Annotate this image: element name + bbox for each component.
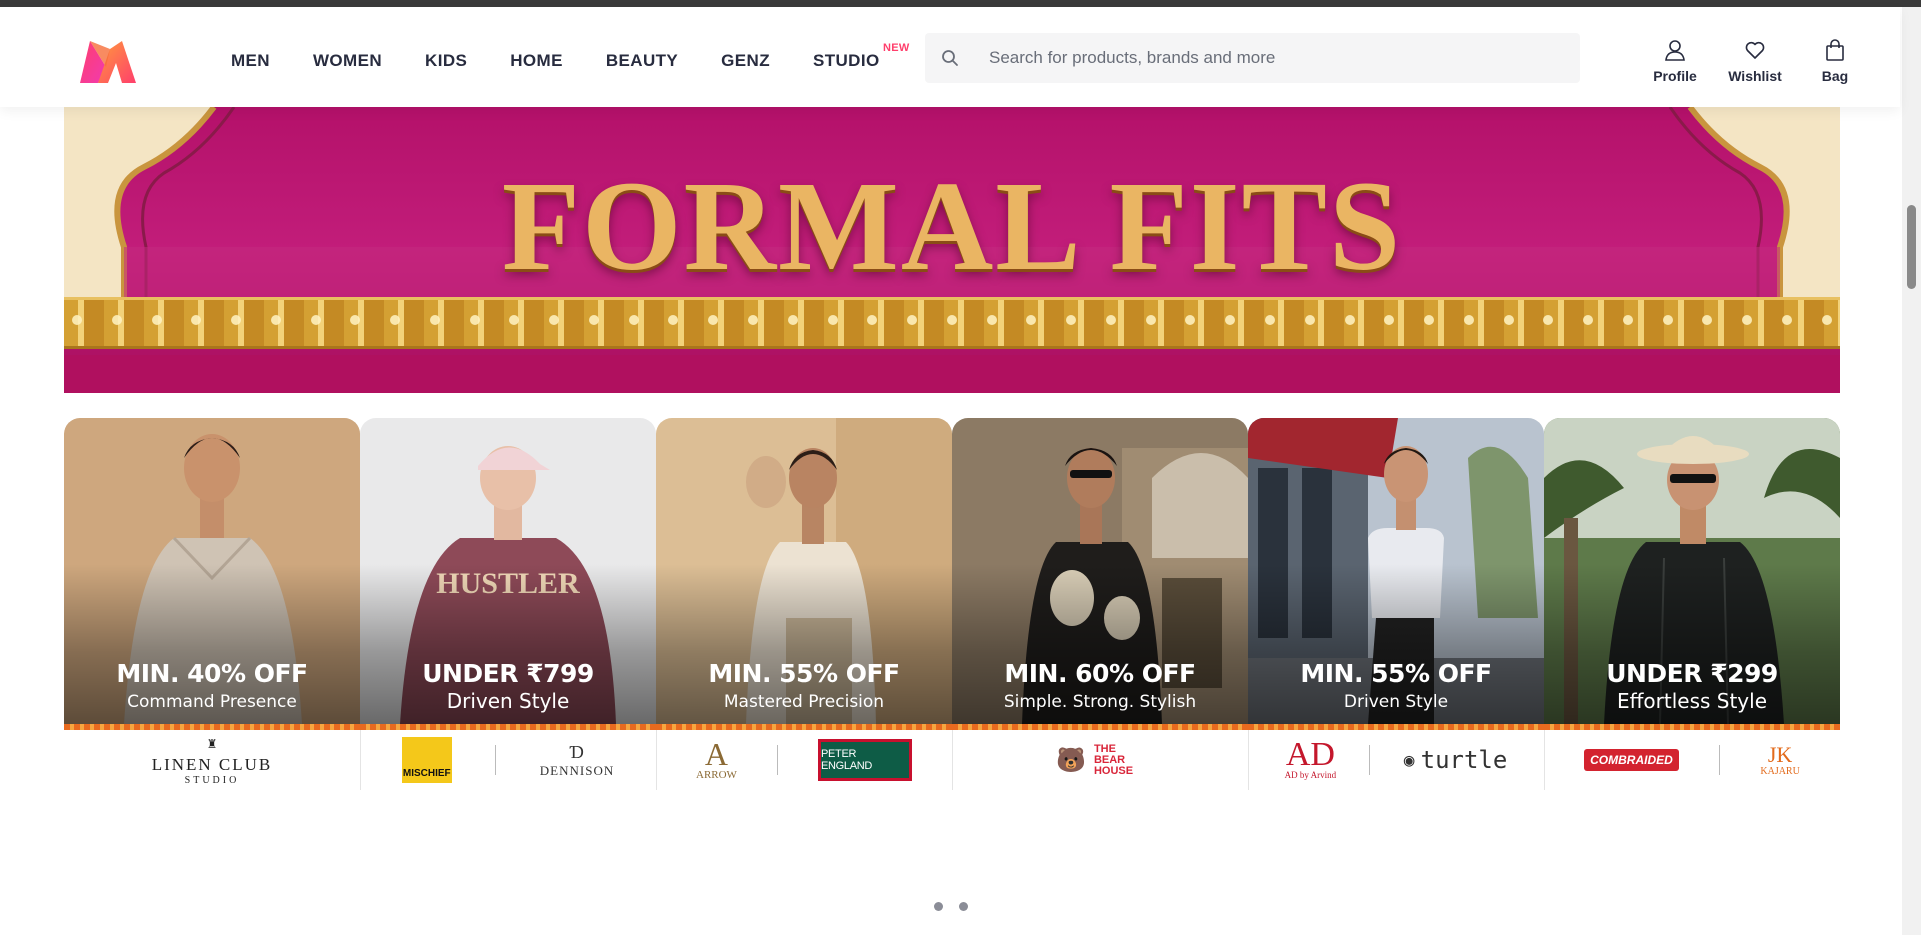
brand-name: KAJARU bbox=[1760, 765, 1800, 777]
brand-strip: MISCHIEF Ɗ DENNISON bbox=[360, 730, 656, 790]
peter-england-logo[interactable]: PETER ENGLAND bbox=[817, 739, 912, 781]
brand-divider bbox=[495, 745, 497, 775]
offer-tagline: Simple. Strong. Stylish bbox=[1003, 692, 1197, 712]
brand-divider bbox=[1369, 745, 1371, 775]
offer-text: MIN. 55% OFF bbox=[1300, 659, 1492, 688]
offer-card-mischief[interactable]: HUSTLER UNDER ₹799 Driven Style MISCHIEF… bbox=[360, 418, 656, 790]
offer-text: UNDER ₹299 bbox=[1606, 659, 1778, 688]
nav-men[interactable]: MEN bbox=[231, 51, 270, 71]
linen-club-logo[interactable]: ♜ LINEN CLUB STUDIO bbox=[152, 735, 273, 786]
offer-card-bear-house[interactable]: MIN. 60% OFF Simple. Strong. Stylish 🐻 T… bbox=[952, 418, 1248, 790]
window-top-strip bbox=[0, 0, 1921, 7]
carousel-dot-1[interactable] bbox=[934, 902, 943, 911]
nav-studio-label: STUDIO bbox=[812, 51, 880, 70]
new-badge: NEW bbox=[883, 42, 910, 54]
main-nav: MEN WOMEN KIDS HOME BEAUTY GENZ STUDIO NE… bbox=[231, 42, 923, 71]
offer-tagline: Mastered Precision bbox=[723, 692, 885, 712]
brand-name: turtle bbox=[1420, 746, 1508, 774]
brand-name: THE BEAR HOUSE bbox=[1093, 742, 1134, 777]
brand-name: COMBRAIDED bbox=[1590, 753, 1673, 767]
brand-strip: COMBRAIDED JK KAJARU bbox=[1544, 730, 1840, 790]
brand-name: LINEN CLUB bbox=[151, 754, 273, 774]
turtle-icon: ◉ bbox=[1403, 749, 1415, 771]
offer-tagline: Driven Style bbox=[446, 689, 570, 713]
offer-tagline: Effortless Style bbox=[1616, 689, 1767, 713]
nav-genz[interactable]: GENZ bbox=[721, 51, 770, 71]
nav-kids[interactable]: KIDS bbox=[425, 51, 467, 71]
brand-name: MISCHIEF bbox=[402, 768, 451, 779]
bear-icon: 🐻 bbox=[1056, 746, 1086, 774]
bear-house-logo[interactable]: 🐻 THE BEAR HOUSE bbox=[1056, 742, 1144, 777]
brand-strip: AD AD by Arvind ◉ turtle bbox=[1248, 730, 1544, 790]
profile-icon bbox=[1664, 39, 1686, 64]
mischief-logo[interactable]: MISCHIEF bbox=[401, 737, 452, 783]
brand-strip: A ARROW PETER ENGLAND bbox=[656, 730, 952, 790]
offer-card-combraided[interactable]: UNDER ₹299 Effortless Style COMBRAIDED J… bbox=[1544, 418, 1840, 790]
nav-studio[interactable]: STUDIO NEW bbox=[812, 42, 909, 71]
brand-name: AD by Arvind bbox=[1284, 770, 1337, 780]
card-divider bbox=[656, 730, 657, 790]
wishlist-button[interactable]: Wishlist bbox=[1715, 39, 1795, 84]
page-scrollbar[interactable] bbox=[1902, 7, 1921, 935]
brand-name: PETER ENGLAND bbox=[820, 748, 873, 772]
brand-divider bbox=[776, 745, 778, 775]
header-actions: Profile Wishlist Bag bbox=[1635, 39, 1875, 84]
offer-card-arrow[interactable]: MIN. 55% OFF Mastered Precision A ARROW P… bbox=[656, 418, 952, 790]
formal-fits-banner[interactable]: FORMAL FITS bbox=[64, 107, 1840, 393]
heart-icon bbox=[1744, 39, 1766, 64]
offer-card-linen-club[interactable]: MIN. 40% OFF Command Presence ♜ LINEN CL… bbox=[64, 418, 360, 790]
offer-tagline: Command Presence bbox=[127, 692, 297, 712]
banner-bottom-band bbox=[64, 355, 1840, 393]
card-divider bbox=[952, 730, 953, 790]
brand-sub: STUDIO bbox=[184, 774, 240, 786]
offer-text: MIN. 40% OFF bbox=[116, 659, 308, 688]
offer-card-ad-arvind[interactable]: MIN. 55% OFF Driven Style AD AD by Arvin… bbox=[1248, 418, 1544, 790]
banner-rail-ornaments bbox=[64, 315, 1840, 331]
brand-strip: 🐻 THE BEAR HOUSE bbox=[952, 730, 1248, 790]
offer-cards: MIN. 40% OFF Command Presence ♜ LINEN CL… bbox=[64, 418, 1840, 790]
site-header: MEN WOMEN KIDS HOME BEAUTY GENZ STUDIO NE… bbox=[0, 7, 1900, 107]
card-divider bbox=[360, 730, 361, 790]
profile-button[interactable]: Profile bbox=[1635, 39, 1715, 84]
offer-text: MIN. 60% OFF bbox=[1004, 659, 1196, 688]
ad-by-arvind-logo[interactable]: AD AD by Arvind bbox=[1284, 738, 1337, 781]
offer-text: UNDER ₹799 bbox=[422, 659, 594, 688]
bag-button[interactable]: Bag bbox=[1795, 39, 1875, 84]
kajaru-logo[interactable]: JK KAJARU bbox=[1760, 743, 1800, 777]
offer-text: MIN. 55% OFF bbox=[708, 659, 900, 688]
nav-home[interactable]: HOME bbox=[510, 51, 563, 71]
card-divider bbox=[1248, 730, 1249, 790]
combraided-logo[interactable]: COMBRAIDED bbox=[1584, 749, 1679, 771]
wishlist-label: Wishlist bbox=[1728, 68, 1782, 84]
myntra-logo[interactable] bbox=[76, 37, 140, 85]
nav-beauty[interactable]: BEAUTY bbox=[606, 51, 678, 71]
search-input[interactable] bbox=[989, 48, 1569, 68]
carousel-dots bbox=[934, 902, 968, 911]
dennison-logo[interactable]: Ɗ DENNISON bbox=[540, 742, 614, 779]
profile-label: Profile bbox=[1653, 68, 1697, 84]
bag-icon bbox=[1824, 39, 1846, 64]
carousel-dot-2[interactable] bbox=[959, 902, 968, 911]
brand-strip: ♜ LINEN CLUB STUDIO bbox=[64, 730, 360, 790]
brand-divider bbox=[1719, 745, 1721, 775]
search-bar bbox=[925, 33, 1580, 83]
search-icon[interactable] bbox=[925, 49, 975, 67]
brand-name: DENNISON bbox=[539, 762, 615, 778]
arrow-logo[interactable]: A ARROW bbox=[696, 738, 737, 781]
card-divider bbox=[1544, 730, 1545, 790]
scrollbar-thumb[interactable] bbox=[1907, 205, 1916, 289]
bag-label: Bag bbox=[1821, 68, 1849, 84]
offer-tagline: Driven Style bbox=[1343, 692, 1449, 712]
nav-women[interactable]: WOMEN bbox=[313, 51, 382, 71]
turtle-logo[interactable]: ◉ turtle bbox=[1404, 746, 1508, 774]
banner-title: FORMAL FITS bbox=[501, 155, 1403, 297]
brand-name: ARROW bbox=[696, 769, 737, 781]
